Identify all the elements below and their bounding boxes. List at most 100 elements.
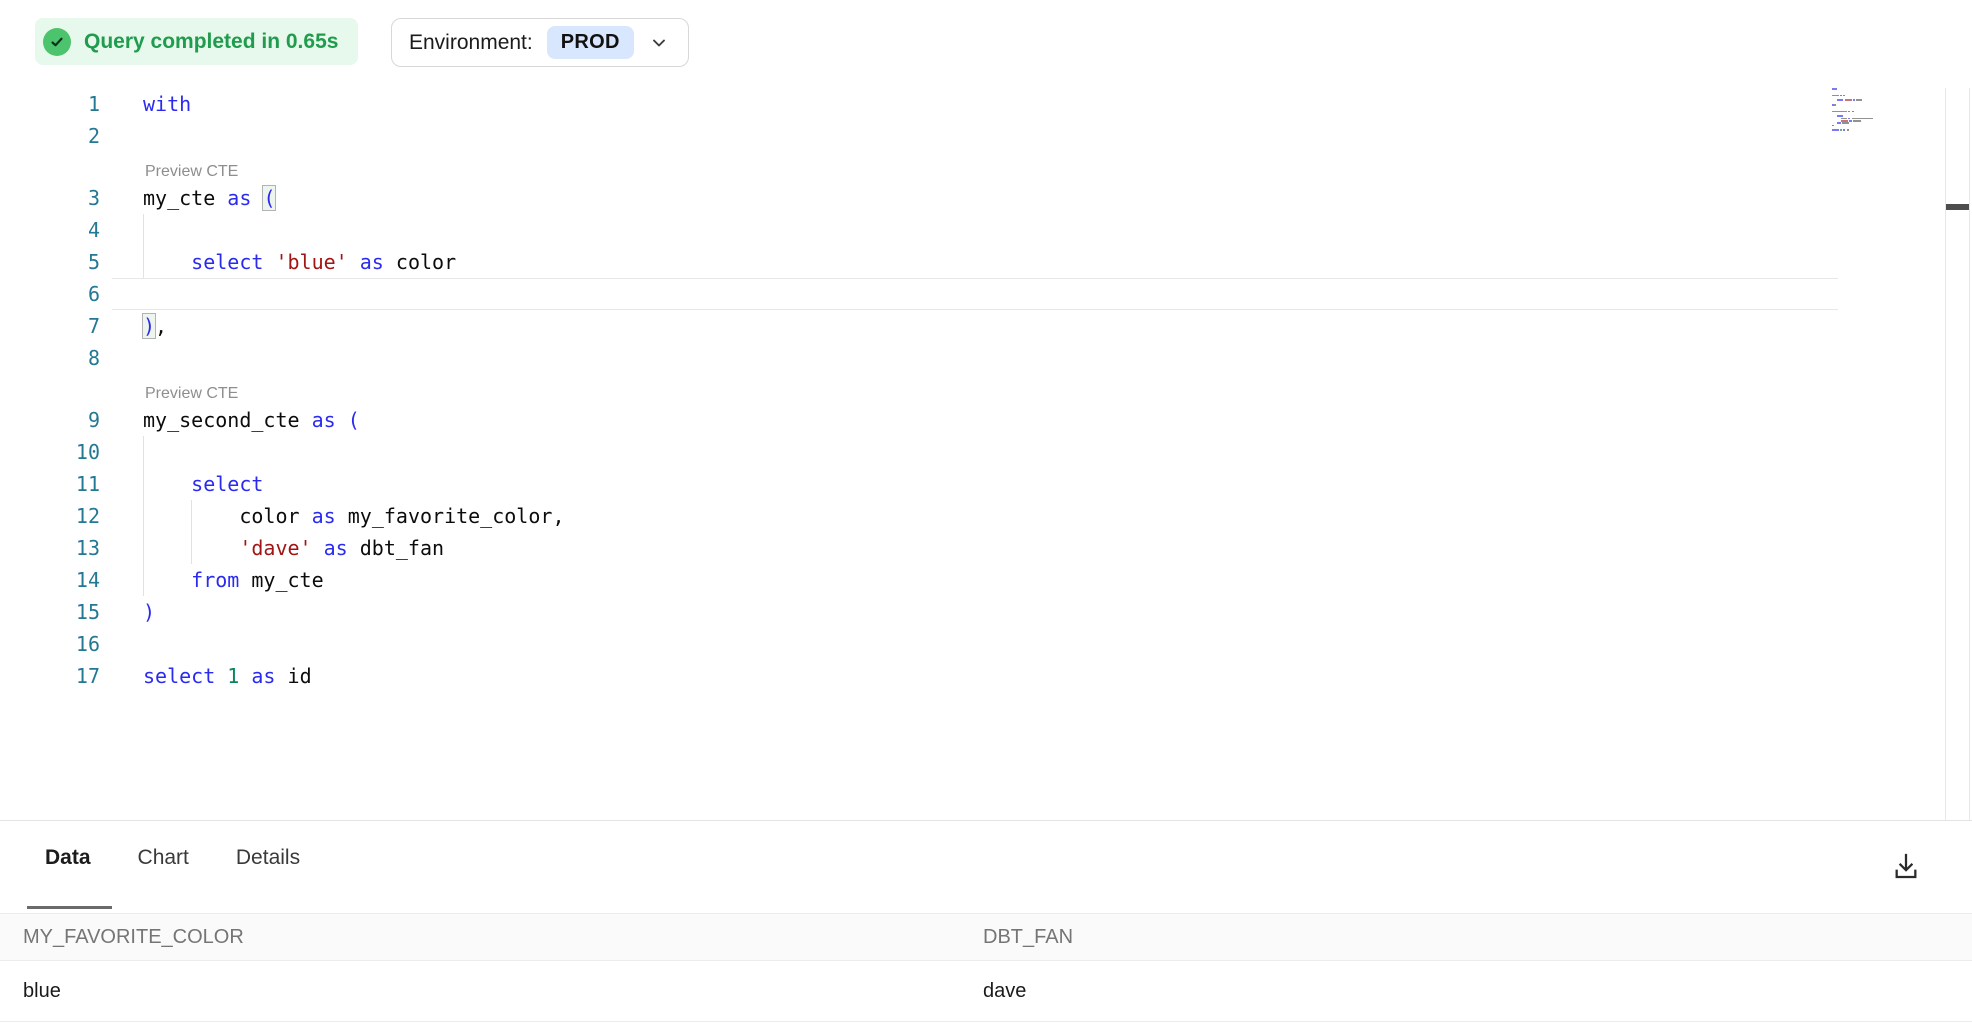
sql-code-editor[interactable]: 1with2Preview CTE3my_cte as (45 select '…	[0, 88, 1972, 692]
code-token: ,	[552, 504, 564, 528]
line-number[interactable]: 8	[0, 342, 100, 374]
code-token: color	[239, 504, 299, 528]
line-number[interactable]: 3	[0, 182, 100, 214]
environment-value-pill: PROD	[547, 26, 634, 59]
line-number[interactable]: 16	[0, 628, 100, 660]
active-tab-indicator	[27, 906, 112, 909]
code-line[interactable]: 9my_second_cte as (	[0, 404, 1972, 436]
code-token: my_second_cte	[143, 408, 300, 432]
code-token: as	[360, 250, 384, 274]
code-line[interactable]: 4	[0, 214, 1972, 246]
code-token	[143, 250, 191, 274]
results-table: MY_FAVORITE_COLOR DBT_FAN blue dave	[0, 913, 1972, 1022]
code-line[interactable]: 1with	[0, 88, 1972, 120]
line-number[interactable]: 13	[0, 532, 100, 564]
code-line[interactable]: 11 select	[0, 468, 1972, 500]
line-number[interactable]: 15	[0, 596, 100, 628]
code-token	[251, 186, 263, 210]
preview-cte-button[interactable]: Preview CTE	[145, 163, 238, 181]
line-number[interactable]: 11	[0, 468, 100, 500]
code-token: dbt_fan	[360, 536, 444, 560]
code-token: my_cte	[251, 568, 323, 592]
code-token	[239, 664, 251, 688]
line-number[interactable]: 6	[0, 278, 100, 310]
code-line[interactable]: 8	[0, 342, 1972, 374]
code-token: my_favorite_color	[348, 504, 553, 528]
preview-cte-zone: Preview CTE	[0, 374, 1972, 404]
table-cell: dave	[983, 980, 1972, 1003]
tab-details[interactable]: Details	[236, 846, 300, 870]
code-line[interactable]: 6	[0, 278, 1972, 310]
line-number[interactable]: 12	[0, 500, 100, 532]
code-line[interactable]: 3my_cte as (	[0, 182, 1972, 214]
code-token	[336, 408, 348, 432]
code-line[interactable]: 15)	[0, 596, 1972, 628]
environment-label: Environment:	[409, 31, 533, 55]
code-line-text: color as my_favorite_color,	[100, 500, 564, 532]
code-line[interactable]: 16	[0, 628, 1972, 660]
code-line[interactable]: 12 color as my_favorite_color,	[0, 500, 1972, 532]
code-token	[312, 536, 324, 560]
code-token	[143, 472, 191, 496]
check-circle-icon	[43, 28, 71, 56]
table-cell: blue	[0, 980, 983, 1003]
code-token	[336, 504, 348, 528]
line-number[interactable]: 2	[0, 120, 100, 152]
indent-guide	[143, 246, 144, 278]
code-token: 'blue'	[275, 250, 347, 274]
code-line-text	[100, 214, 143, 246]
code-line-text	[100, 120, 143, 152]
download-results-button[interactable]	[1888, 849, 1924, 885]
code-token	[300, 504, 312, 528]
line-number[interactable]: 7	[0, 310, 100, 342]
results-panel: Data Chart Details MY_FAVORITE_COLOR DBT…	[0, 820, 1972, 1026]
minimap[interactable]	[1832, 88, 1880, 131]
code-token	[300, 408, 312, 432]
code-line-text	[100, 342, 143, 374]
code-token: from	[191, 568, 239, 592]
indent-guide	[143, 214, 144, 246]
tab-chart[interactable]: Chart	[138, 846, 189, 870]
code-line-text: ),	[100, 310, 167, 342]
table-row: blue dave	[0, 961, 1972, 1022]
code-line[interactable]: 14 from my_cte	[0, 564, 1972, 596]
code-token: )	[143, 600, 155, 624]
indent-guide	[143, 468, 144, 500]
indent-guide	[191, 500, 192, 532]
code-line-text: from my_cte	[100, 564, 324, 596]
code-token	[348, 536, 360, 560]
code-token: as	[227, 186, 251, 210]
code-token: select	[143, 664, 215, 688]
code-line-text: 'dave' as dbt_fan	[100, 532, 444, 564]
code-line[interactable]: 5 select 'blue' as color	[0, 246, 1972, 278]
line-number[interactable]: 17	[0, 660, 100, 692]
indent-guide	[143, 532, 144, 564]
editor-scrollbar[interactable]	[1945, 88, 1970, 820]
code-line[interactable]: 7),	[0, 310, 1972, 342]
ide-window: Query completed in 0.65s Environment: PR…	[0, 0, 1972, 1026]
code-line[interactable]: 17select 1 as id	[0, 660, 1972, 692]
line-number[interactable]: 1	[0, 88, 100, 120]
code-line[interactable]: 10	[0, 436, 1972, 468]
line-number[interactable]: 4	[0, 214, 100, 246]
line-number[interactable]: 5	[0, 246, 100, 278]
tab-data[interactable]: Data	[45, 846, 91, 870]
indent-guide	[143, 436, 144, 468]
preview-cte-button[interactable]: Preview CTE	[145, 385, 238, 403]
code-line[interactable]: 13 'dave' as dbt_fan	[0, 532, 1972, 564]
line-number[interactable]: 14	[0, 564, 100, 596]
code-token: select	[191, 472, 263, 496]
code-token: 'dave'	[239, 536, 311, 560]
code-line-text: my_cte as (	[100, 182, 275, 214]
code-token	[275, 664, 287, 688]
code-token	[215, 186, 227, 210]
code-line-text: with	[100, 88, 191, 120]
code-line[interactable]: 2	[0, 120, 1972, 152]
line-number[interactable]: 9	[0, 404, 100, 436]
line-number[interactable]: 10	[0, 436, 100, 468]
code-line-text: select	[100, 468, 263, 500]
environment-selector[interactable]: Environment: PROD	[391, 18, 689, 67]
code-token	[384, 250, 396, 274]
code-token: id	[288, 664, 312, 688]
code-line-text: my_second_cte as (	[100, 404, 360, 436]
